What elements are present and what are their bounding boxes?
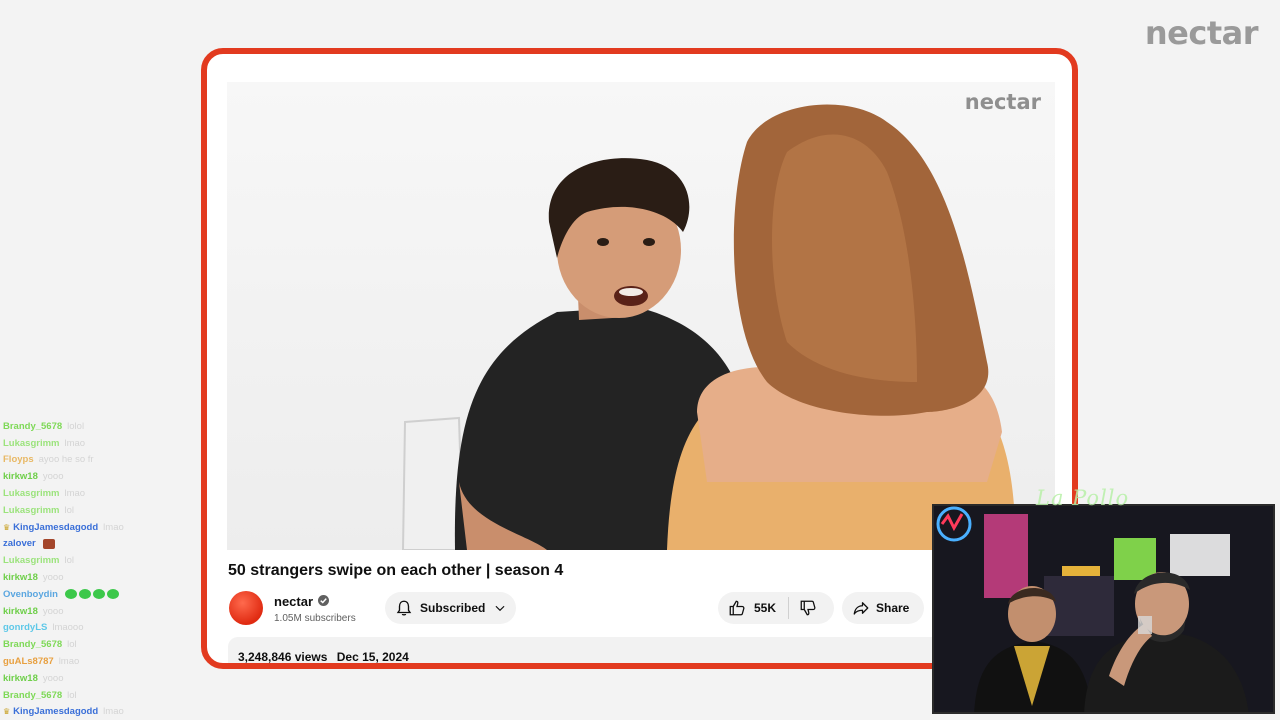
chevron-down-icon — [495, 605, 505, 612]
emote-icon — [64, 589, 77, 600]
chat-text: lmao — [64, 488, 86, 500]
channel-avatar[interactable] — [229, 591, 263, 625]
chat-message: Ovenboydin — [3, 586, 193, 603]
subscriber-count: 1.05M subscribers — [274, 613, 356, 624]
chat-username[interactable]: kirkw18 — [3, 606, 38, 617]
chat-username[interactable]: kirkw18 — [3, 572, 38, 583]
chat-message: Brandy_5678 lol — [3, 636, 193, 653]
chat-username[interactable]: Lukasgrimm — [3, 555, 60, 566]
share-icon — [853, 602, 869, 615]
nectar-logo: nectar — [1144, 14, 1259, 52]
chat-username[interactable]: Ovenboydin — [3, 589, 58, 600]
chat-message: ♛ KingJamesdagodd lmao — [3, 519, 193, 536]
video-watermark: nectar — [964, 90, 1041, 114]
crown-badge-icon: ♛ — [3, 707, 11, 717]
chat-message: zalover — [3, 536, 193, 553]
description-box[interactable]: 3,248,846 views Dec 15, 2024 — [228, 637, 1048, 664]
emote-icon — [42, 538, 55, 549]
chat-username[interactable]: gonrdyLS — [3, 622, 47, 633]
share-button[interactable]: Share — [842, 592, 924, 624]
share-label: Share — [876, 601, 910, 615]
chat-message: Lukasgrimm lol — [3, 502, 193, 519]
bell-icon — [396, 600, 412, 616]
chat-message: ♛ KingJamesdagodd lmao — [3, 704, 193, 720]
upload-date: Dec 15, 2024 — [336, 650, 409, 664]
like-count[interactable]: 55K — [754, 601, 776, 615]
chat-message: Lukasgrimm lmao — [3, 435, 193, 452]
like-dislike-group: 55K — [718, 592, 834, 624]
chat-username[interactable]: KingJamesdagodd — [13, 522, 98, 533]
chat-message: kirkw18 yooo — [3, 670, 193, 687]
view-count: 3,248,846 views — [238, 650, 328, 664]
chat-message: kirkw18 yooo — [3, 468, 193, 485]
chat-text: lol — [64, 555, 75, 567]
chat-message: Lukasgrimm lmao — [3, 485, 193, 502]
subscribe-button[interactable]: Subscribed — [385, 592, 516, 624]
chat-text: lmao — [58, 656, 80, 668]
chat-username[interactable]: guALs8787 — [3, 656, 54, 667]
emote-icon — [106, 589, 119, 600]
chat-username[interactable]: zalover — [3, 538, 36, 549]
chat-text: lol — [67, 639, 77, 651]
chat-text: lmao — [103, 521, 124, 533]
chat-message: kirkw18 yooo — [3, 603, 193, 620]
thumbs-down-icon[interactable] — [799, 599, 817, 617]
chat-username[interactable]: Lukasgrimm — [3, 505, 60, 516]
emote-icon — [78, 589, 91, 600]
like-divider — [788, 597, 790, 619]
chat-username[interactable]: Lukasgrimm — [3, 438, 60, 449]
chat-text: yooo — [42, 471, 64, 483]
chat-message: gonrdyLS lmaooo — [3, 620, 193, 637]
chat-message: Floyps ayoo he so fr — [3, 452, 193, 469]
thumbs-up-icon[interactable] — [728, 599, 746, 617]
chat-text: yooo — [42, 672, 64, 684]
subscribe-label: Subscribed — [420, 601, 486, 615]
chat-text: lmao — [64, 437, 86, 449]
chat-username[interactable]: Brandy_5678 — [3, 639, 62, 650]
webcam-scene-image — [934, 506, 1273, 712]
chat-username[interactable]: Brandy_5678 — [3, 690, 62, 701]
verified-check-icon — [318, 595, 329, 606]
video-title: 50 strangers swipe on each other | seaso… — [228, 562, 564, 579]
description-meta: 3,248,846 views Dec 15, 2024 — [238, 650, 409, 664]
channel-name[interactable]: nectar — [274, 594, 313, 609]
chat-message: Lukasgrimm lol — [3, 552, 193, 569]
stream-chat: Brandy_5678 lolol Lukasgrimm lmao Floyps ayoo… — [3, 418, 193, 720]
chat-message: Brandy_5678 lol — [3, 687, 193, 704]
chat-username[interactable]: kirkw18 — [3, 673, 38, 684]
chat-text: lol — [64, 504, 75, 516]
video-player[interactable]: nectar — [227, 82, 1055, 550]
chat-message: kirkw18 yooo — [3, 569, 193, 586]
chat-text: lmao — [103, 706, 124, 718]
emote-icon — [92, 589, 105, 600]
chat-text: ayoo he so fr — [38, 454, 94, 466]
chat-username[interactable]: Brandy_5678 — [3, 421, 62, 432]
chat-text: lol — [67, 689, 77, 701]
chat-username[interactable]: kirkw18 — [3, 471, 38, 482]
chat-text: lmaooo — [52, 622, 84, 634]
chat-username[interactable]: KingJamesdagodd — [13, 706, 98, 717]
webcam-signature-overlay: La Pollo — [1036, 486, 1130, 510]
chat-text: yooo — [42, 572, 64, 584]
chat-text: yooo — [42, 605, 64, 617]
streamer-webcam — [932, 504, 1275, 714]
video-frame-image — [401, 104, 1016, 550]
chat-message: Brandy_5678 lolol — [3, 418, 193, 435]
chat-username[interactable]: Lukasgrimm — [3, 488, 60, 499]
chat-username[interactable]: Floyps — [3, 454, 34, 465]
crown-badge-icon: ♛ — [3, 522, 11, 532]
channel-row: nectar 1.05M subscribers Subscribed 55K — [228, 588, 1048, 628]
chat-text: lolol — [67, 420, 85, 432]
chat-message: guALs8787 lmao — [3, 653, 193, 670]
